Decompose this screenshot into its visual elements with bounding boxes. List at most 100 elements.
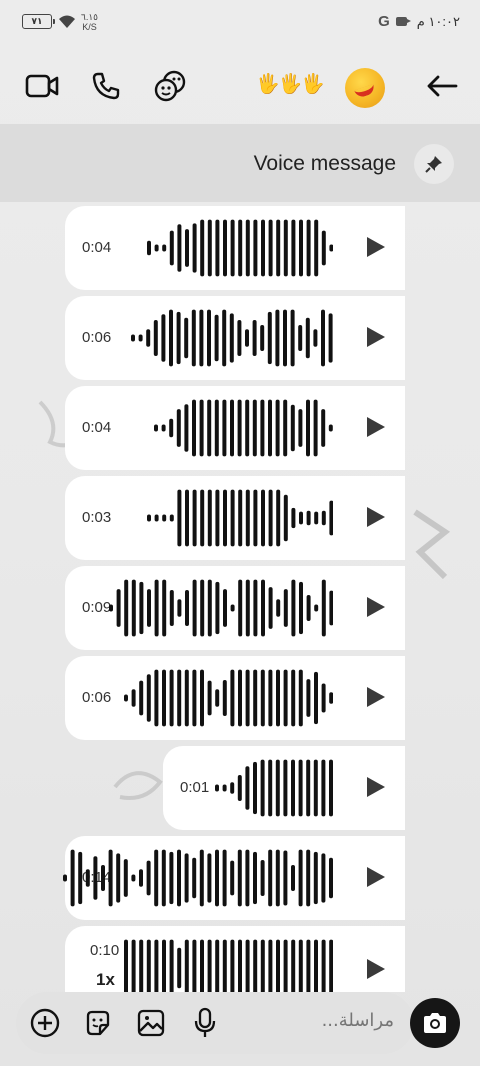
voice-message-duration: 0:09 <box>82 599 112 616</box>
waveform-bar <box>268 311 273 365</box>
waveform-bar <box>222 939 227 992</box>
waveform-bar <box>207 399 212 457</box>
waveform-bar <box>131 874 136 882</box>
waveform-bar <box>237 320 242 356</box>
waveform-bar <box>298 939 303 992</box>
voice-message-bubble[interactable]: 0:10 1x <box>65 926 405 992</box>
message-list[interactable]: 0:04 0:06 0:04 0:03 0:09 0:06 0:01 0:14 0:10 1x <box>0 202 480 992</box>
waveform-bar <box>298 759 303 817</box>
waveform-bar <box>253 851 257 905</box>
waveform[interactable] <box>154 386 333 470</box>
waveform-bar <box>146 514 151 522</box>
waveform-bar <box>146 860 151 896</box>
waveform-bar <box>131 334 136 342</box>
video-call-icon[interactable] <box>24 68 60 104</box>
voice-message-duration: 0:06 <box>82 329 112 346</box>
playback-speed-button[interactable]: 1x <box>96 970 115 990</box>
waveform-bar <box>78 851 83 905</box>
waveform-bar <box>230 669 235 727</box>
waveform-bar <box>329 759 333 817</box>
waveform-bar <box>215 849 219 907</box>
stickers-icon[interactable] <box>152 68 188 104</box>
gallery-icon[interactable] <box>134 1006 168 1040</box>
waveform-bar <box>268 669 273 727</box>
phone-icon[interactable] <box>88 68 124 104</box>
play-icon[interactable] <box>367 687 385 707</box>
waveform-bar <box>199 309 204 367</box>
voice-message-bubble[interactable]: 0:09 <box>65 566 405 650</box>
voice-message-bubble[interactable]: 0:04 <box>65 206 405 290</box>
waveform-bar <box>245 579 250 637</box>
waveform-bar <box>116 853 121 903</box>
voice-message-duration: 0:04 <box>82 419 112 436</box>
play-icon[interactable] <box>367 867 385 887</box>
waveform-bar <box>199 939 204 992</box>
waveform-bar <box>283 759 288 817</box>
voice-message-bubble[interactable]: 0:14 <box>63 836 405 920</box>
waveform-bar <box>230 219 235 277</box>
clock: ١٠:٠٢ م <box>416 13 460 29</box>
play-icon[interactable] <box>367 327 385 347</box>
waveform-bar <box>230 604 235 612</box>
waveform-bar <box>237 774 242 802</box>
play-icon[interactable] <box>367 417 385 437</box>
play-icon[interactable] <box>367 237 385 257</box>
play-icon[interactable] <box>367 507 385 527</box>
waveform-bar <box>290 669 295 727</box>
waveform-bar <box>154 424 159 432</box>
voice-message-bubble[interactable]: 0:03 <box>65 476 405 560</box>
play-icon[interactable] <box>367 959 385 979</box>
voice-message-duration: 0:06 <box>82 689 112 706</box>
voice-message-bubble[interactable]: 0:06 <box>65 656 405 740</box>
back-arrow-icon[interactable] <box>424 68 460 104</box>
waveform-bar <box>275 309 280 367</box>
voice-message-bubble[interactable]: 0:04 <box>65 386 405 470</box>
waveform-bar <box>184 853 189 903</box>
waveform-bar <box>290 579 295 637</box>
waveform-bar <box>207 939 212 992</box>
waveform-bar <box>328 244 333 252</box>
status-right-group: G ١٠:٠٢ م <box>378 13 460 30</box>
message-input[interactable] <box>244 1010 394 1031</box>
voice-message-bubble[interactable]: 0:01 <box>163 746 405 830</box>
waveform[interactable] <box>146 476 333 560</box>
waveform-bar <box>268 849 273 907</box>
voice-message-bubble[interactable]: 0:06 <box>65 296 405 380</box>
waveform-bar <box>154 244 159 252</box>
add-icon[interactable] <box>28 1006 62 1040</box>
waveform-bar <box>192 223 197 273</box>
waveform[interactable] <box>131 296 333 380</box>
waveform[interactable] <box>63 836 333 920</box>
waveform-bar <box>199 399 204 457</box>
waveform-bar <box>169 230 174 266</box>
waveform[interactable] <box>123 656 333 740</box>
waveform[interactable] <box>108 566 333 650</box>
waveform-bar <box>245 399 250 457</box>
waveform-bar <box>306 510 311 526</box>
waveform-bar <box>245 849 250 907</box>
waveform-bar <box>154 939 159 992</box>
sticker-icon[interactable] <box>81 1006 115 1040</box>
waveform-bar <box>275 489 280 547</box>
pinned-message-label: Voice message <box>253 152 396 175</box>
contact-avatar[interactable] <box>345 68 385 108</box>
waveform-bar <box>313 604 318 612</box>
play-icon[interactable] <box>367 777 385 797</box>
camera-icon[interactable] <box>410 998 460 1048</box>
waveform-bar <box>291 759 295 817</box>
pin-icon[interactable] <box>414 144 454 184</box>
waveform-bar <box>154 849 159 907</box>
play-icon[interactable] <box>367 597 385 617</box>
waveform-bar <box>275 399 280 457</box>
raised-hands-emoji: 🖐🖐🖐 <box>256 74 325 95</box>
waveform-bar <box>192 939 197 992</box>
waveform-bar <box>146 674 151 722</box>
waveform-bar <box>252 219 257 277</box>
waveform-bar <box>123 859 128 897</box>
waveform[interactable] <box>215 746 333 830</box>
microphone-icon[interactable] <box>188 1006 222 1040</box>
pinned-message-banner[interactable]: Voice message <box>0 124 480 202</box>
waveform-bar <box>207 853 212 903</box>
waveform[interactable] <box>123 926 333 992</box>
waveform[interactable] <box>146 206 333 290</box>
